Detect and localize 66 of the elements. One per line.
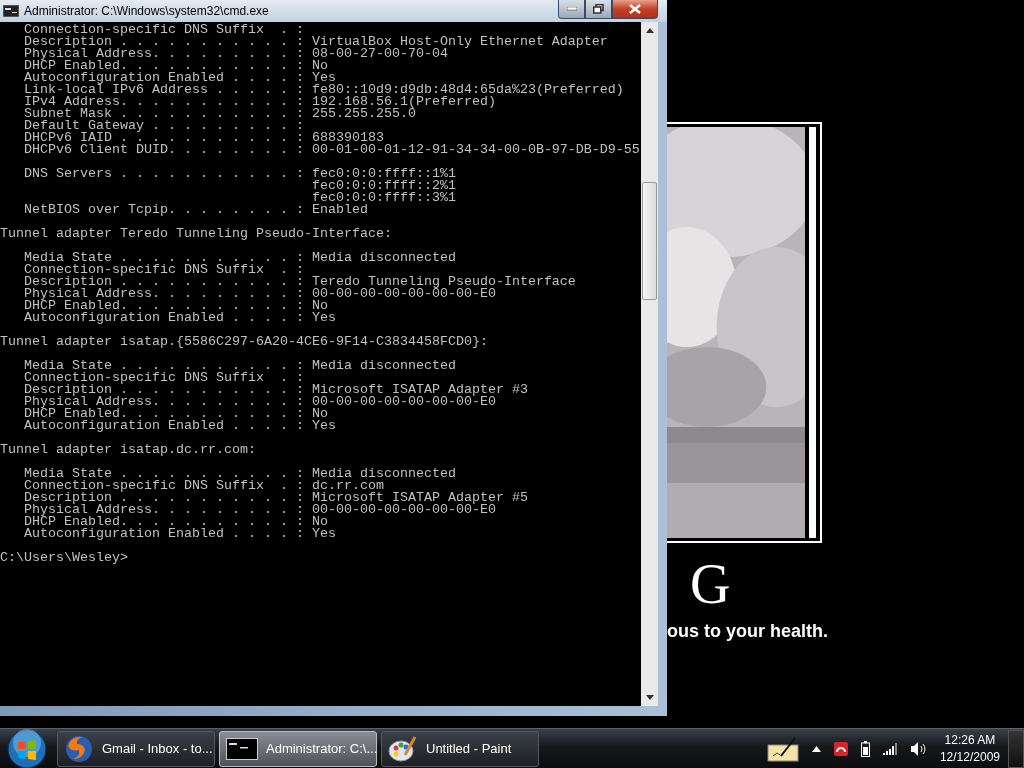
console-line: Physical Address. . . . . . . . . : 00-00-00-00-00-00-00-E0 [23,396,496,408]
window-title: Administrator: C:\Windows\system32\cmd.exe [24,3,270,20]
console-line: DHCP Enabled. . . . . . . . . . . : No [23,408,328,420]
maximize-button[interactable] [585,0,612,19]
wallpaper-tagline: ous to your health. [667,620,829,643]
pen-tablet-icon[interactable] [766,735,799,762]
console-line: Media State . . . . . . . . . . . : Media disconnected [23,468,457,480]
console-line: Description . . . . . . . . . . . : Teredo Tunneling Pseudo-Interface [23,276,577,288]
console-line: Autoconfiguration Enabled . . . . : Yes [23,528,337,540]
console-line: Description . . . . . . . . . . . : Microsoft ISATAP Adapter #5 [23,492,529,504]
console-line: Tunnel adapter Teredo Tunneling Pseudo-Interface: [0,228,393,240]
restore-icon[interactable] [833,741,848,756]
signal-icon[interactable] [882,742,898,755]
scroll-down-icon[interactable] [645,695,654,700]
console-line: NetBIOS over Tcpip. . . . . . . . : Enabled [23,204,369,216]
taskbar-button[interactable]: Administrator: C:\... [219,730,377,767]
console-line: Connection-specific DNS Suffix . : [23,24,305,36]
console-icon [226,737,258,760]
show-desktop-button[interactable] [1008,729,1024,768]
console-line: C:\Users\Wesley> [0,552,129,564]
browser-icon [64,733,94,764]
console-line: Physical Address. . . . . . . . . : 00-00-00-00-00-00-00-E0 [23,288,497,300]
console-line: Description . . . . . . . . . . . : VirtualBox Host-Only Ethernet Adapter [23,36,609,48]
console-line: Autoconfiguration Enabled . . . . : Yes [23,312,337,324]
scroll-up-icon[interactable] [645,28,654,33]
console-line: Tunnel adapter isatap.{5586C297-6A20-4CE6-9F14-C3834458FCD0}: [0,336,489,348]
maximize-icon [593,4,604,14]
console-line: fec0:0:0:ffff::3%1 [310,192,457,204]
console-icon [3,5,19,17]
taskbar-button[interactable]: Gmail - Inbox - to... [57,730,215,767]
scroll-thumb[interactable] [642,182,657,300]
start-button[interactable] [7,728,47,768]
console-line: Link-local IPv6 Address . . . . . : fe80::10d9:d9db:48d4:65da%23(Preferred) [23,84,625,96]
close-icon [629,4,641,14]
console-line: Description . . . . . . . . . . . : Microsoft ISATAP Adapter #3 [23,384,529,396]
console-line: DHCPv6 Client DUID. . . . . . . . : 00-01-00-01-12-91-34-34-00-0B-97-DB-D9-55 [23,144,641,156]
palette-icon [388,734,418,763]
console-line: Physical Address. . . . . . . . . : 00-00-00-00-00-00-00-E0 [23,504,496,516]
console-line: Autoconfiguration Enabled . . . . : Yes [23,420,337,432]
taskbar-button[interactable]: Untitled - Paint [381,730,539,767]
console-line: Connection-specific DNS Suffix . : dc.rr.com [23,480,385,492]
console-line: Default Gateway . . . . . . . . . : [23,120,305,132]
console-line: DHCP Enabled. . . . . . . . . . . : No [23,516,328,528]
console-line: Media State . . . . . . . . . . . : Media disconnected [23,252,457,264]
console-line: Media State . . . . . . . . . . . : Media disconnected [23,360,457,372]
wallpaper-letter: G [690,556,732,612]
console-line: DHCP Enabled. . . . . . . . . . . : No [23,300,328,312]
console-line: Autoconfiguration Enabled . . . . : Yes [23,72,336,84]
console-line: DHCPv6 IAID . . . . . . . . . . . : 688390183 [23,132,384,144]
close-button[interactable] [612,0,658,19]
console-line: Connection-specific DNS Suffix . : [23,372,305,384]
show-hidden-icons[interactable] [811,745,821,752]
battery-icon[interactable] [860,740,870,757]
console-line: Connection-specific DNS Suffix . : [23,264,305,276]
console-line: DNS Servers . . . . . . . . . . . : fec0:0:0:ffff::1%1 [23,168,457,180]
console-line: Tunnel adapter isatap.dc.rr.com: [0,444,257,456]
console-line: Subnet Mask . . . . . . . . . . . : 255.255.255.0 [23,108,416,120]
minimize-button[interactable] [558,0,585,19]
console-line: IPv4 Address. . . . . . . . . . . : 192.168.56.1(Preferred) [23,96,496,108]
console-line: fec0:0:0:ffff::2%1 [310,180,457,192]
console-line: Physical Address. . . . . . . . . : 08-00-27-00-70-04 [23,48,448,60]
clock[interactable]: 12:26 AM 12/12/2009 [939,731,1000,766]
volume-icon[interactable] [910,741,927,756]
scrollbar[interactable] [641,22,658,706]
minimize-icon [566,7,577,11]
console-line: DHCP Enabled. . . . . . . . . . . : No [23,60,328,72]
